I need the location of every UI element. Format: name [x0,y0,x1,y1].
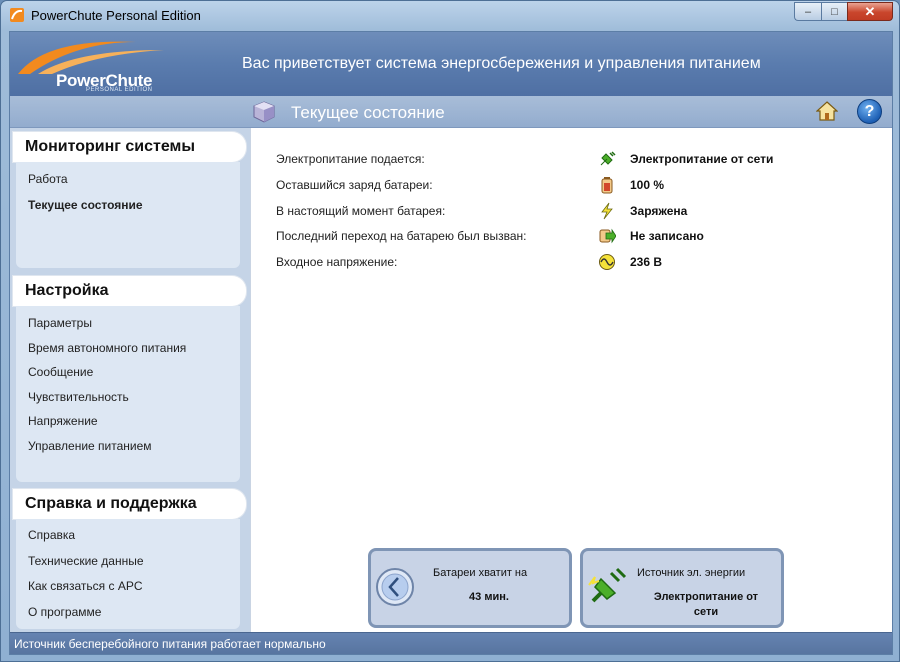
plug-icon [600,151,616,166]
caption-buttons: ‒ □ ✕ [794,2,893,22]
battery-icon [601,177,613,194]
sidebar-group-help[interactable]: Справка и поддержка [13,489,246,519]
lightning-icon [601,202,613,220]
sidebar-panel-help: Справка Технические данные Как связаться… [16,519,240,629]
status-label: Входное напряжение: [276,255,398,269]
sidebar-panel-settings: Параметры Время автономного питания Сооб… [16,306,240,482]
status-bar: Источник бесперебойного питания работает… [10,632,892,654]
window-title: PowerChute Personal Edition [31,8,201,23]
power-source-card[interactable]: Источник эл. энергии Электропитание от с… [580,548,784,628]
status-value: Не записано [630,229,704,243]
banner: PowerChute PERSONAL EDITION Вас приветст… [10,32,892,96]
plug-icon [588,567,627,603]
sidebar-item-rabota[interactable]: Работа [28,172,68,186]
home-icon[interactable] [816,100,838,122]
power-source-card-value-line2: сети [693,606,719,618]
status-value: 236 В [630,255,663,269]
sidebar-group-monitoring[interactable]: Мониторинг системы [13,132,246,162]
title-bar[interactable]: PowerChute Personal Edition ‒ □ ✕ [1,1,899,29]
sidebar: Мониторинг системы Работа Текущее состоя… [10,128,251,632]
status-value: 100 % [630,178,665,192]
status-panel: Электропитание подается: Электропитание … [252,128,892,632]
app-window: PowerChute Personal Edition ‒ □ ✕ PowerC… [0,0,900,662]
logo-swoosh-icon [18,41,164,74]
sidebar-item-message[interactable]: Сообщение [28,365,93,379]
sidebar-item-about[interactable]: О программе [28,605,101,619]
power-source-card-title: Источник эл. энергии [637,567,746,579]
sidebar-item-tech-data[interactable]: Технические данные [28,554,144,568]
status-label: Последний переход на батарею был вызван: [276,229,527,243]
sidebar-item-help[interactable]: Справка [28,528,75,542]
status-label: Оставшийся заряд батареи: [276,178,433,192]
status-label: Электропитание подается: [276,152,425,166]
runtime-card-title: Батареи хватит на [433,567,528,579]
sidebar-item-voltage[interactable]: Напряжение [28,414,98,428]
clock-icon [376,568,414,606]
powerchute-logo: PowerChute PERSONAL EDITION [16,36,166,94]
welcome-text: Вас приветствует система энергосбережени… [242,55,761,72]
maximize-button[interactable]: □ [821,2,847,21]
power-source-card-value-line1: Электропитание от [653,591,759,603]
client-area: PowerChute PERSONAL EDITION Вас приветст… [9,31,893,655]
transfer-icon [599,228,616,244]
page-title: Текущее состояние [291,103,445,122]
sidebar-group-title: Настройка [25,282,109,299]
sidebar-item-contact-apc[interactable]: Как связаться с APC [28,579,143,593]
voltage-icon [599,254,615,270]
help-icon[interactable]: ? [857,99,882,124]
cube-icon [253,101,275,123]
minimize-button[interactable]: ‒ [794,2,821,21]
sidebar-item-current-state[interactable]: Текущее состояние [28,198,143,212]
sidebar-item-runtime[interactable]: Время автономного питания [28,341,186,355]
section-header: Текущее состояние ? [10,96,892,128]
sidebar-group-title: Мониторинг системы [25,138,196,155]
status-value: Электропитание от сети [630,152,774,166]
sidebar-group-title: Справка и поддержка [25,495,197,512]
status-bar-text: Источник бесперебойного питания работает… [14,637,326,651]
runtime-card-value: 43 мин. [469,591,509,603]
sidebar-item-sensitivity[interactable]: Чувствительность [28,390,129,404]
status-label: В настоящий момент батарея: [276,204,446,218]
runtime-card[interactable]: Батареи хватит на 43 мин. [368,548,572,628]
status-value: Заряжена [630,204,688,218]
app-icon [10,8,24,22]
close-button[interactable]: ✕ [847,2,893,21]
sidebar-group-settings[interactable]: Настройка [13,276,246,306]
sidebar-item-power-management[interactable]: Управление питанием [28,439,152,453]
sidebar-panel-monitoring: Работа Текущее состояние [16,162,240,268]
logo-subtext: PERSONAL EDITION [86,87,153,93]
sidebar-item-parameters[interactable]: Параметры [28,316,92,330]
